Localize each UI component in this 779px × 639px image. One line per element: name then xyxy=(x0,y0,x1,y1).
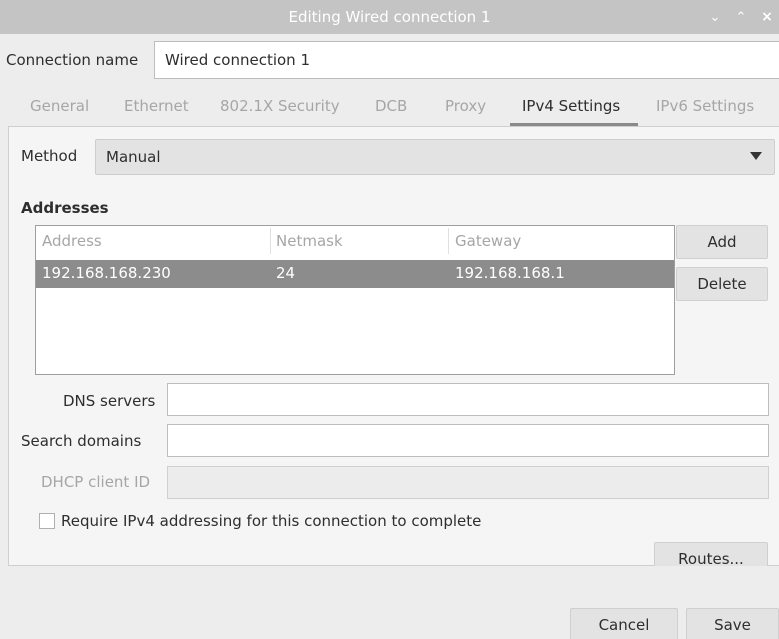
ipv4-settings-panel: Method Manual Addresses Address Netmask … xyxy=(8,126,779,576)
column-header-address[interactable]: Address xyxy=(42,232,102,250)
table-row[interactable]: 192.168.168.230 24 192.168.168.1 xyxy=(36,260,674,288)
minimize-icon[interactable]: ⌄ xyxy=(709,10,721,25)
cell-gateway: 192.168.168.1 xyxy=(455,264,565,282)
connection-name-value: Wired connection 1 xyxy=(165,51,310,69)
search-domains-input[interactable] xyxy=(167,424,769,457)
cancel-button[interactable]: Cancel xyxy=(570,608,678,639)
search-domains-label: Search domains xyxy=(21,432,142,450)
save-button[interactable]: Save xyxy=(686,608,779,639)
dns-servers-label: DNS servers xyxy=(63,392,156,410)
dhcp-client-id-label: DHCP client ID xyxy=(41,473,151,491)
tab-bar: General Ethernet 802.1X Security DCB Pro… xyxy=(0,86,779,126)
tab-8021x-security[interactable]: 802.1X Security xyxy=(220,86,340,126)
require-ipv4-option[interactable]: Require IPv4 addressing for this connect… xyxy=(39,512,481,530)
connection-name-input[interactable]: Wired connection 1 xyxy=(154,41,779,79)
addresses-table[interactable]: Address Netmask Gateway 192.168.168.230 … xyxy=(35,225,675,375)
dns-servers-input[interactable] xyxy=(167,383,769,416)
column-divider xyxy=(270,228,271,254)
cell-address: 192.168.168.230 xyxy=(42,264,171,282)
window-titlebar: Editing Wired connection 1 ⌄ ⌃ × xyxy=(0,0,779,34)
dhcp-client-id-input xyxy=(167,466,769,499)
dropdown-arrow-icon xyxy=(750,152,762,160)
column-header-gateway[interactable]: Gateway xyxy=(455,232,521,250)
addresses-heading: Addresses xyxy=(21,199,109,217)
tab-proxy[interactable]: Proxy xyxy=(445,86,486,126)
close-icon[interactable]: × xyxy=(761,9,773,25)
tab-general[interactable]: General xyxy=(30,86,89,126)
column-header-netmask[interactable]: Netmask xyxy=(276,232,343,250)
tab-ethernet[interactable]: Ethernet xyxy=(124,86,189,126)
maximize-icon[interactable]: ⌃ xyxy=(735,10,747,25)
window-controls: ⌄ ⌃ × xyxy=(709,0,773,34)
method-label: Method xyxy=(21,147,78,165)
add-address-button[interactable]: Add xyxy=(676,225,768,259)
require-ipv4-label: Require IPv4 addressing for this connect… xyxy=(61,512,482,530)
require-ipv4-checkbox[interactable] xyxy=(39,513,55,529)
column-divider xyxy=(448,228,449,254)
tab-ipv6-settings[interactable]: IPv6 Settings xyxy=(656,86,754,126)
method-value: Manual xyxy=(106,148,161,166)
cell-netmask: 24 xyxy=(276,264,296,282)
method-dropdown[interactable]: Manual xyxy=(95,139,775,175)
delete-address-button[interactable]: Delete xyxy=(676,267,768,301)
tab-ipv4-settings[interactable]: IPv4 Settings xyxy=(522,86,620,126)
dialog-footer: Cancel Save xyxy=(0,566,779,639)
window-title: Editing Wired connection 1 xyxy=(288,8,491,26)
connection-name-label: Connection name xyxy=(6,51,139,69)
connection-name-row: Connection name Wired connection 1 xyxy=(0,41,779,79)
tab-dcb[interactable]: DCB xyxy=(375,86,407,126)
